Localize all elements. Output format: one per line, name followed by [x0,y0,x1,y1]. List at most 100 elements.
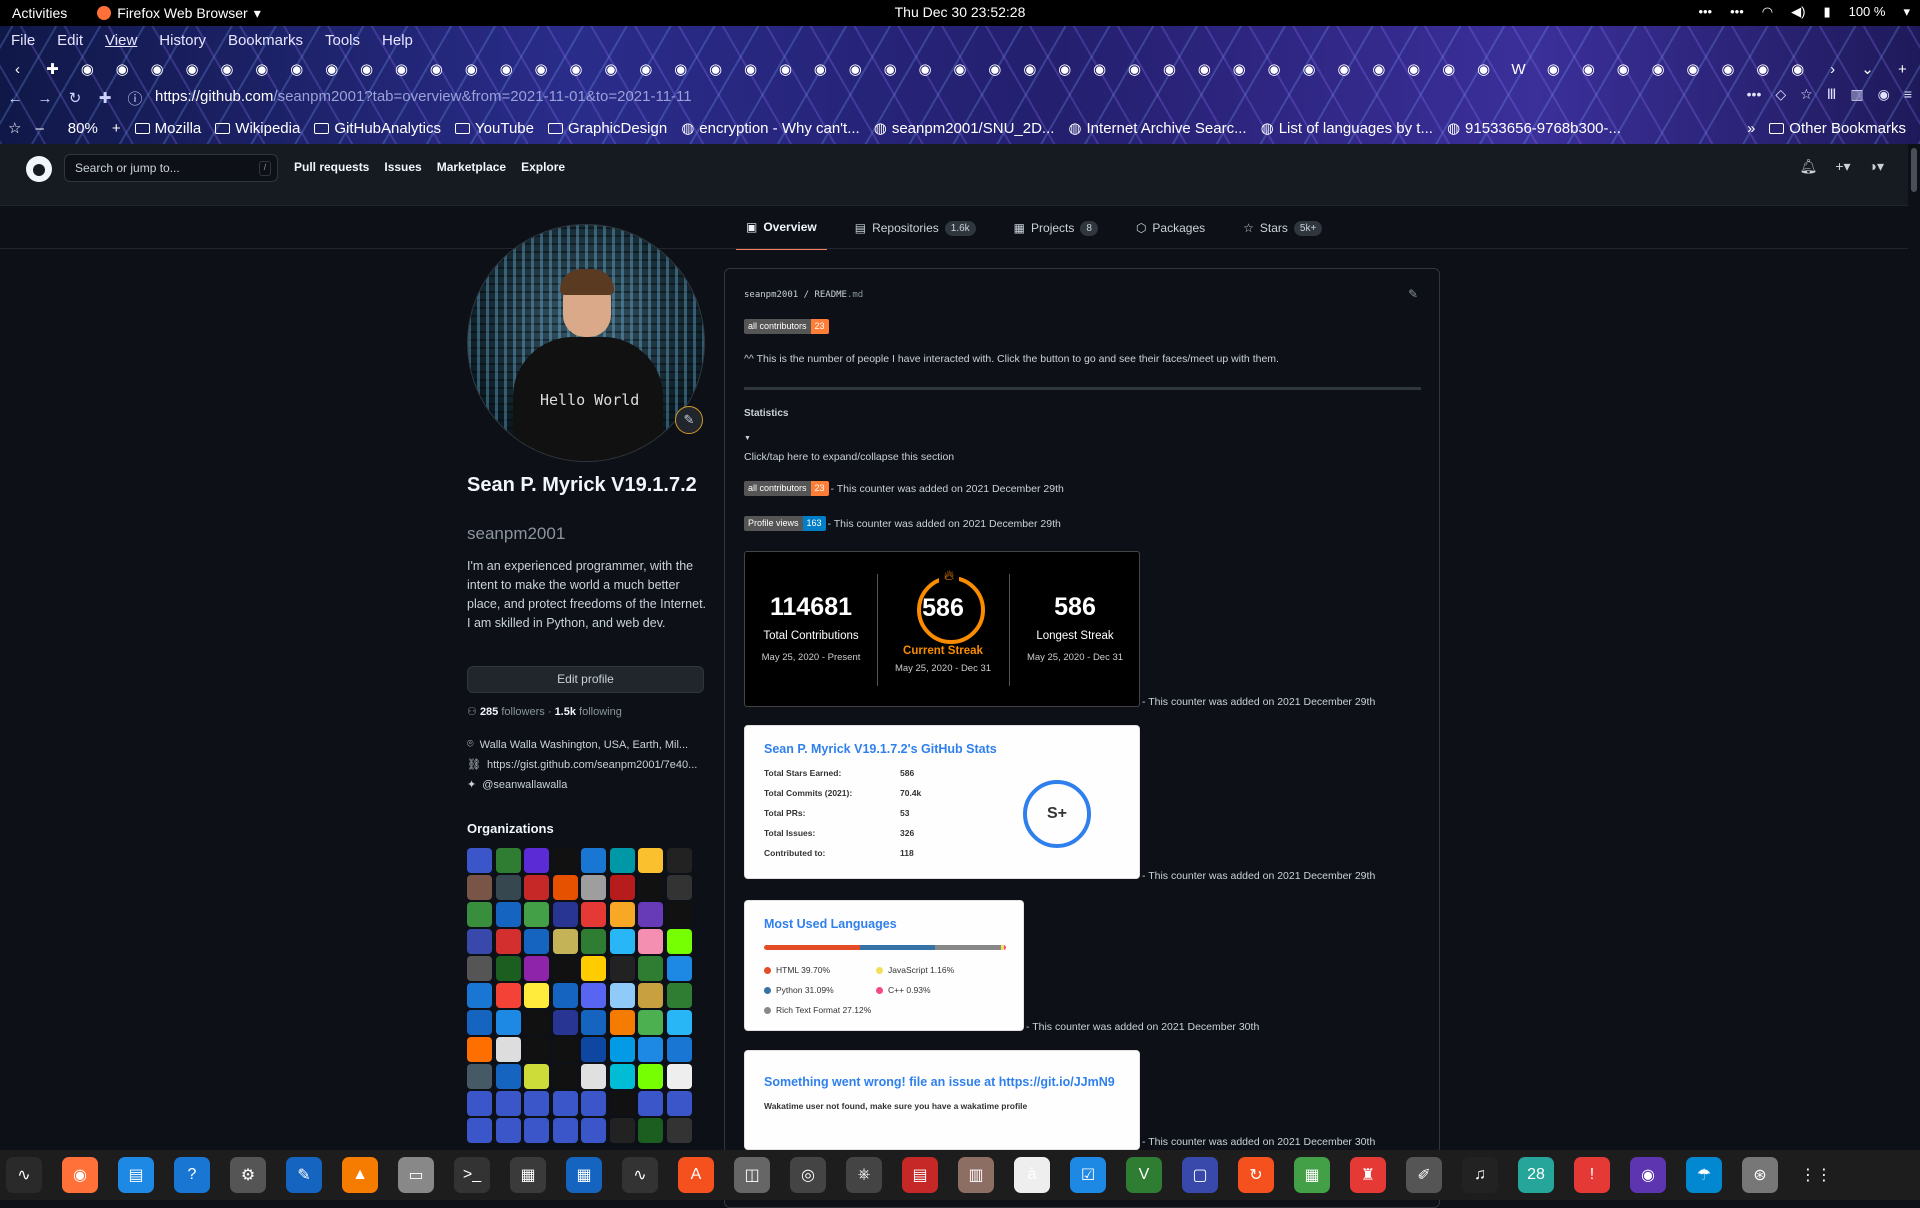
organization-icon[interactable] [581,902,606,927]
tab-stars[interactable]: ☆ Stars 5k+ [1233,206,1332,250]
organization-icon[interactable] [552,1091,578,1116]
power-menu-icon[interactable]: ▾ [1903,4,1910,20]
organization-icon[interactable] [467,983,492,1008]
tab-favicon-icon[interactable]: ◉ [1292,54,1327,84]
office-icon[interactable]: ▦ [566,1157,602,1193]
tab-favicon-icon[interactable]: ✚ [35,54,70,84]
account-icon[interactable]: ◉ [1878,86,1890,103]
tab-favicon-icon[interactable]: ◉ [1326,54,1361,84]
menu-bookmarks[interactable]: Bookmarks [217,32,314,49]
followers-count[interactable]: 285 [480,706,498,718]
nav-marketplace[interactable]: Marketplace [437,160,506,174]
tab-favicon-icon[interactable]: ◉ [1780,54,1815,84]
tab-packages[interactable]: ⬡ Packages [1126,206,1215,250]
nav-pull-requests[interactable]: Pull requests [294,160,369,174]
spreadsheet-icon[interactable]: ▦ [1294,1157,1330,1193]
organization-icon[interactable] [495,875,521,900]
organization-icon[interactable] [609,902,635,927]
tab-favicon-icon[interactable]: ◉ [524,54,559,84]
following-count[interactable]: 1.5k [555,706,576,718]
organization-icon[interactable] [666,848,692,873]
organization-icon[interactable] [581,1091,606,1116]
tab-favicon-icon[interactable]: ◉ [663,54,698,84]
organization-icon[interactable] [666,956,692,981]
forward-icon[interactable]: → [30,90,60,107]
organization-icon[interactable] [524,875,549,900]
tab-favicon-icon[interactable]: ◉ [559,54,594,84]
sidebar-icon[interactable]: ▥ [1850,86,1863,103]
nav-issues[interactable]: Issues [384,160,421,174]
bookmark-add-icon[interactable]: ☆ [8,119,21,137]
organization-icon[interactable] [467,1010,492,1035]
organization-icon[interactable] [524,1091,549,1116]
show-apps-icon[interactable]: ⋮⋮ [1798,1157,1834,1193]
organization-icon[interactable] [552,1118,578,1143]
organization-icon[interactable] [467,1037,492,1062]
edit-profile-button[interactable]: Edit profile [467,666,704,693]
tab-favicon-icon[interactable]: ◉ [1187,54,1222,84]
organization-icon[interactable] [552,956,578,981]
tab-favicon-icon[interactable]: ◉ [1745,54,1780,84]
twitter-link[interactable]: @seanwallawalla [482,779,567,791]
organization-icon[interactable] [666,1091,692,1116]
organization-icon[interactable] [581,1037,606,1062]
pdf-icon[interactable]: ▤ [902,1157,938,1193]
organization-icon[interactable] [495,956,521,981]
zoom-in-icon[interactable]: + [112,120,121,137]
overflow-icon-2[interactable]: ••• [1730,4,1744,20]
tab-favicon-icon[interactable]: ◉ [105,54,140,84]
menu-history[interactable]: History [148,32,217,49]
organization-icon[interactable] [524,956,549,981]
tab-favicon-icon[interactable]: ◉ [1152,54,1187,84]
image-viewer-icon[interactable]: ▦ [510,1157,546,1193]
document-viewer-icon[interactable]: ▤ [118,1157,154,1193]
site-info-icon[interactable]: ⓘ [120,88,150,109]
screenshot-icon[interactable]: ◫ [734,1157,770,1193]
following-label[interactable]: following [579,706,622,718]
page-scrollbar[interactable] [1908,144,1920,1150]
organization-icon[interactable] [552,983,578,1008]
bookmark-item[interactable]: GitHubAnalytics [314,119,441,137]
tab-favicon-icon[interactable]: ◉ [1710,54,1745,84]
bookmark-star-icon[interactable]: ☆ [1800,86,1813,103]
organization-icon[interactable] [467,956,492,981]
streak-stats-card[interactable]: 114681 Total Contributions May 25, 2020 … [744,551,1140,707]
reload-icon[interactable]: ↻ [60,89,90,107]
profile-avatar[interactable]: Hello World [467,224,705,462]
tab-favicon-icon[interactable]: ◉ [1536,54,1571,84]
organization-icon[interactable] [609,1037,635,1062]
tab-favicon-icon[interactable]: ◉ [1361,54,1396,84]
text-editor-icon[interactable]: ✎ [286,1157,322,1193]
organization-icon[interactable] [524,929,549,954]
update-manager-icon[interactable]: ⊛ [1742,1157,1778,1193]
organization-icon[interactable] [495,1118,521,1143]
tab-favicon-icon[interactable]: ◉ [1431,54,1466,84]
bookmark-item[interactable]: GraphicDesign [547,119,667,137]
gimp-icon[interactable]: ✐ [1406,1157,1442,1193]
tab-favicon-icon[interactable]: W [1501,54,1536,84]
organization-icon[interactable] [638,1037,663,1062]
organization-icon[interactable] [467,875,492,900]
characters-icon[interactable]: à [1014,1157,1050,1193]
bookmark-item[interactable]: ◍ List of languages by t... [1261,119,1433,138]
organization-icon[interactable] [666,902,692,927]
tab-favicon-icon[interactable]: ◉ [628,54,663,84]
vlc-icon[interactable]: ▲ [342,1157,378,1193]
tab-favicon-icon[interactable]: ◉ [908,54,943,84]
tab-favicon-icon[interactable]: ◉ [279,54,314,84]
tab-favicon-icon[interactable]: ◉ [768,54,803,84]
terminal-icon[interactable]: >_ [454,1157,490,1193]
organization-icon[interactable] [666,983,692,1008]
weather-icon[interactable]: ☂ [1686,1157,1722,1193]
graph-icon[interactable]: ∿ [622,1157,658,1193]
followers-label[interactable]: followers [501,706,544,718]
github-stats-card[interactable]: Sean P. Myrick V19.1.7.2's GitHub Stats … [744,725,1140,879]
readme-user[interactable]: seanpm2001 [744,290,798,300]
organization-icon[interactable] [666,1010,692,1035]
organization-icon[interactable] [524,983,549,1008]
organization-icon[interactable] [609,1064,635,1089]
search-input[interactable]: Search or jump to... / [64,154,278,182]
game-icon[interactable]: ♜ [1350,1157,1386,1193]
organization-icon[interactable] [495,902,521,927]
menu-icon[interactable]: ≡ [1904,86,1912,103]
